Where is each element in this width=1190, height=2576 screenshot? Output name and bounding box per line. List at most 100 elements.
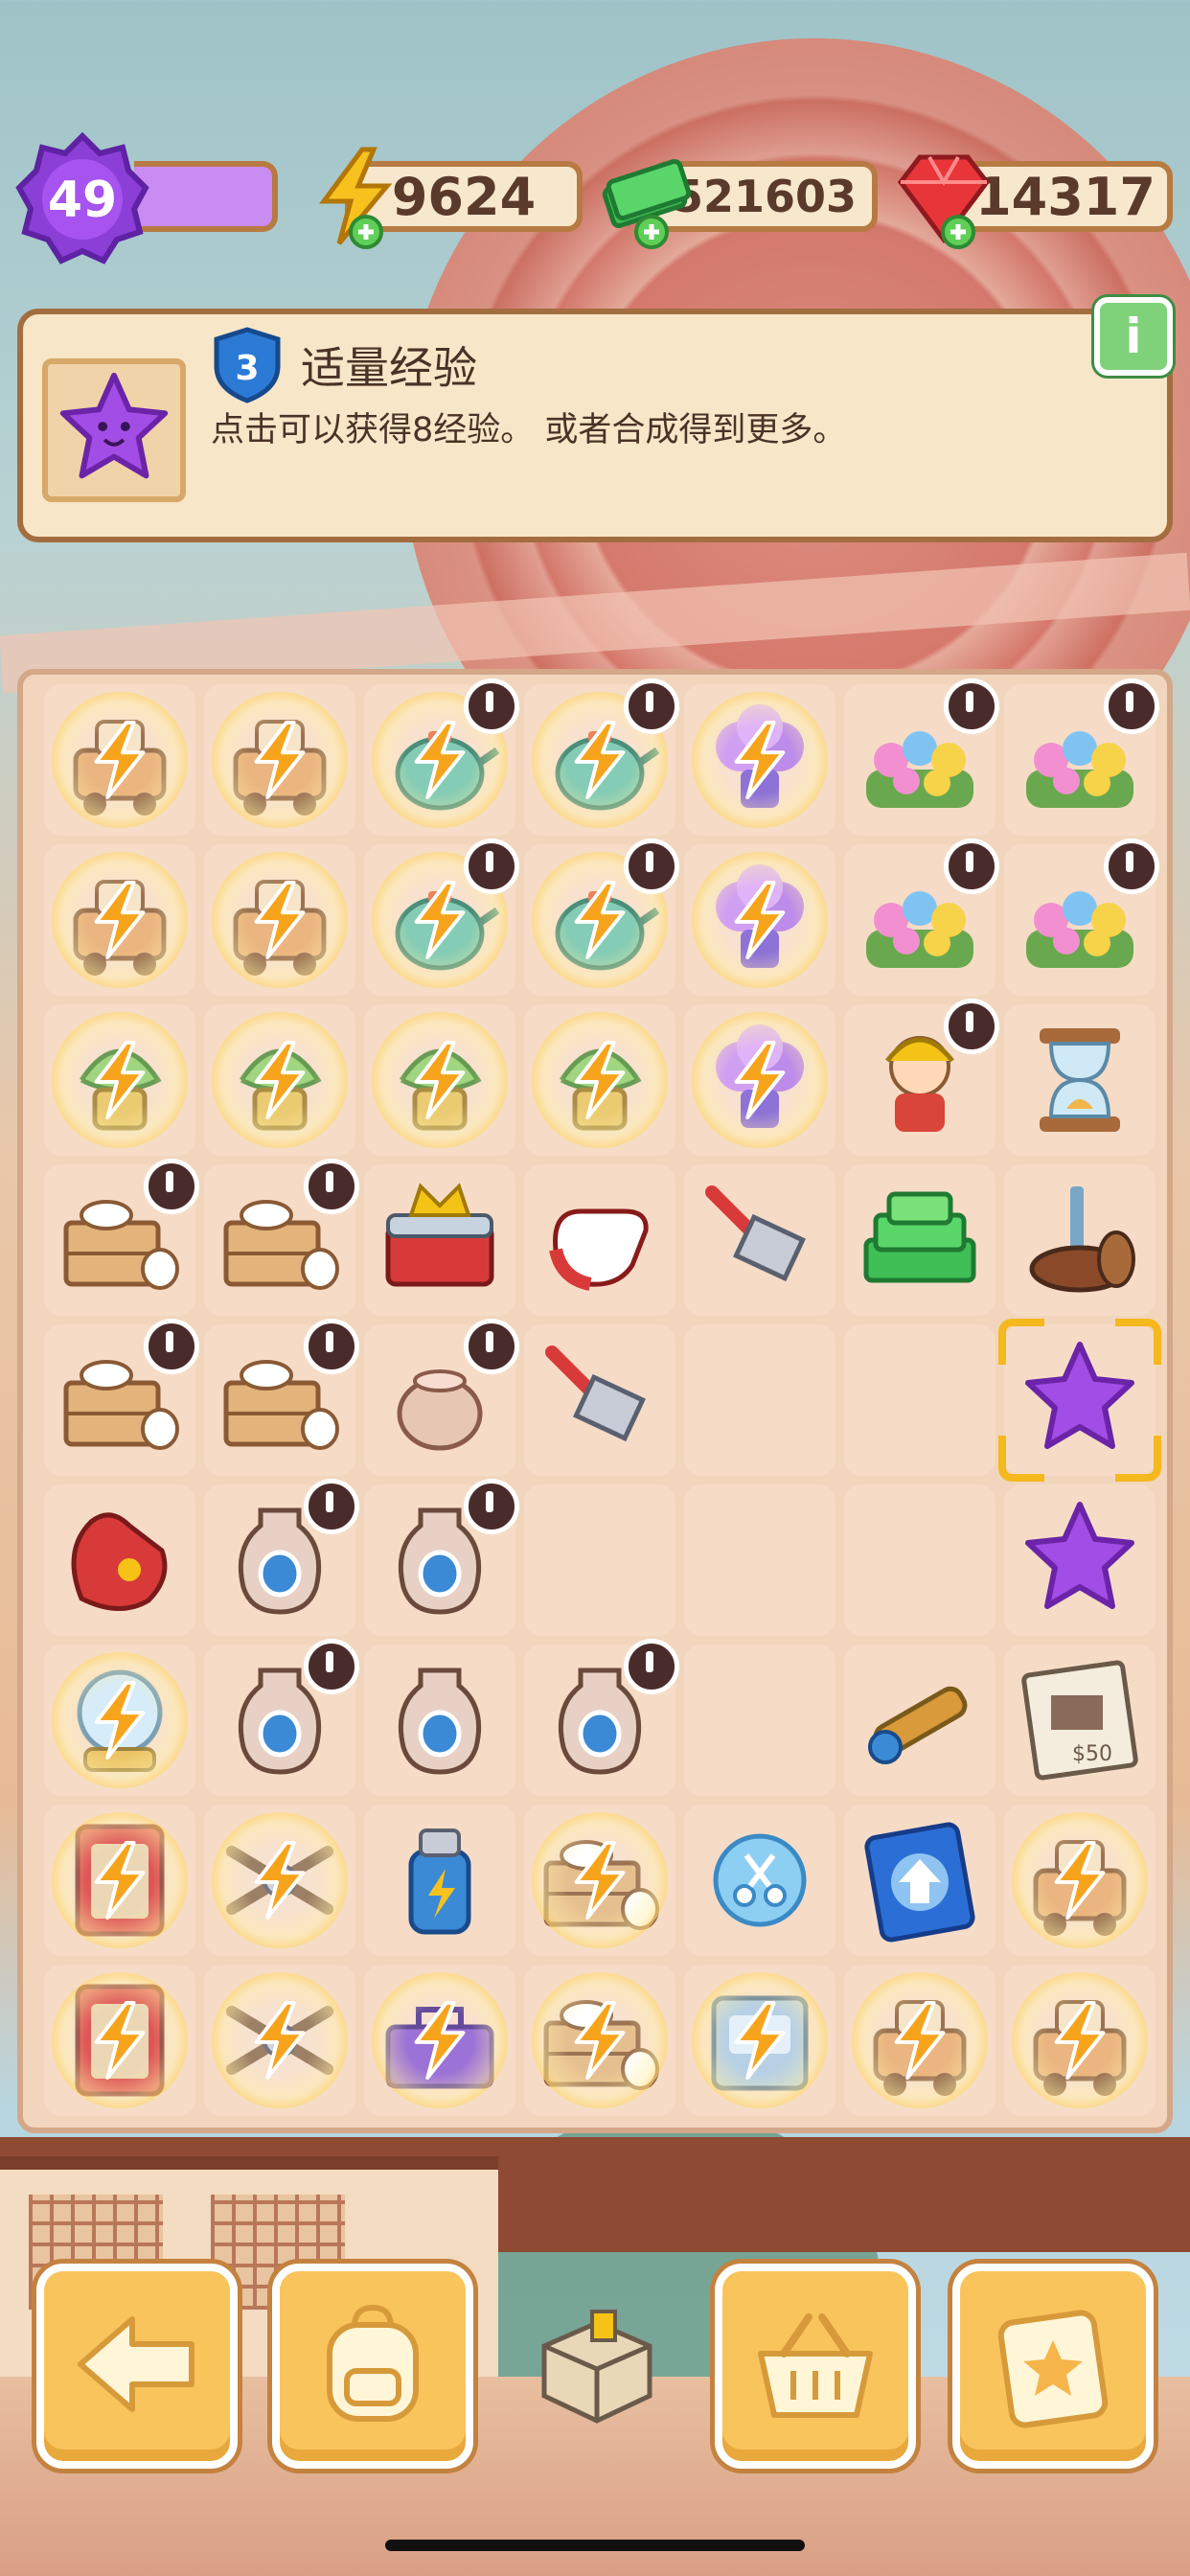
- rake-icon: [545, 1346, 646, 1442]
- bottle-icon: [408, 1828, 471, 1935]
- board-cell-cash-pile[interactable]: [844, 1164, 995, 1316]
- cart-icon: [233, 880, 327, 976]
- board-cell-snow-globe[interactable]: [44, 1644, 195, 1796]
- energy-bolt-icon[interactable]: [303, 144, 408, 249]
- cart-icon: [1033, 1840, 1127, 1936]
- tools-icon: [226, 2006, 333, 2075]
- board-cell-potted-plant[interactable]: [524, 1004, 675, 1156]
- selection-corner: [998, 1436, 1044, 1482]
- board-cell-red-cabinet[interactable]: [44, 1805, 195, 1956]
- shop-basket-button[interactable]: [715, 2264, 916, 2469]
- empty-cell[interactable]: [844, 1484, 995, 1636]
- board-cell-crate-stack[interactable]: [524, 1965, 675, 2116]
- board-cell-noodle-cart[interactable]: [44, 844, 195, 996]
- board-cell-log-stump[interactable]: [1004, 1164, 1156, 1316]
- board-cell-garden-rake[interactable]: [524, 1324, 675, 1476]
- board-cell-purple-star[interactable]: [1004, 1484, 1156, 1636]
- board-cell-flower-cart[interactable]: [844, 1965, 995, 2116]
- empty-cell[interactable]: [524, 1484, 675, 1636]
- board-cell-work-glove[interactable]: [524, 1164, 675, 1316]
- board-cell-potted-plant[interactable]: [44, 1004, 195, 1156]
- cart-icon: [73, 880, 167, 976]
- board-cell-teacup-pot[interactable]: [364, 678, 519, 836]
- board-cell-upgrade-card[interactable]: [844, 1805, 995, 1956]
- cash-stack-icon[interactable]: [594, 144, 699, 249]
- hourglass-icon: [1040, 1028, 1120, 1132]
- board-cell-cart-flowers[interactable]: [1004, 1805, 1156, 1956]
- board-cell-spyglass[interactable]: [844, 1644, 995, 1796]
- timer-icon: [624, 678, 679, 734]
- board-cell-potted-plant[interactable]: [364, 1004, 515, 1156]
- board-cell-energy-bottle[interactable]: [364, 1805, 515, 1956]
- board-cell-hydrangea-bush[interactable]: [684, 684, 835, 836]
- board-cell-pottery-crate[interactable]: [44, 1159, 199, 1316]
- board-cell-garden-rake[interactable]: [684, 1164, 835, 1316]
- empty-cell[interactable]: [684, 1324, 835, 1476]
- timer-icon: [1104, 678, 1159, 734]
- board-cell-pottery-crate[interactable]: [44, 1319, 199, 1476]
- empty-cell[interactable]: [684, 1644, 835, 1796]
- board-cell-machine[interactable]: [684, 1965, 835, 2116]
- plant-icon: [79, 1048, 162, 1131]
- item-info-panel: 3 适量经验 点击可以获得8经验。 或者合成得到更多。 i: [17, 297, 1173, 542]
- board-cell-pottery-crate[interactable]: [204, 1319, 359, 1476]
- board-cell-crate-stack[interactable]: [524, 1805, 675, 1956]
- basket-icon: [758, 2313, 873, 2418]
- timer-icon: [464, 1479, 519, 1534]
- board-cell-flower-cart[interactable]: [1004, 1965, 1156, 2116]
- ruby-gem-icon[interactable]: [891, 144, 996, 249]
- item-title: 适量经验: [301, 342, 477, 394]
- board-cell-hydrangea-bush[interactable]: [684, 1004, 835, 1156]
- board-cell-tools[interactable]: [204, 1965, 355, 2116]
- board-cell-teacup-pot[interactable]: [524, 839, 679, 996]
- stump-icon: [1029, 1186, 1135, 1293]
- home-indicator: [385, 2540, 805, 2551]
- empty-cell[interactable]: [684, 1484, 835, 1636]
- board-cell-pottery-crate[interactable]: [204, 1159, 359, 1316]
- board-cell-flower-bed[interactable]: [1004, 678, 1159, 836]
- board-cell-white-vase[interactable]: [364, 1479, 519, 1636]
- selection-corner: [1115, 1319, 1161, 1365]
- board-cell-slim-vase[interactable]: [364, 1644, 515, 1796]
- board-cell-painted-vase[interactable]: [204, 1479, 359, 1636]
- timer-icon: [624, 1639, 679, 1694]
- board-cell-shopkeeper[interactable]: [844, 999, 999, 1156]
- board-cell-flower-bed[interactable]: [844, 839, 999, 996]
- board-cell-potted-plant[interactable]: [204, 1004, 355, 1156]
- board-cell-flower-bed[interactable]: [1004, 839, 1159, 996]
- board-cell-blue-vase[interactable]: [204, 1639, 359, 1796]
- timer-icon: [304, 1159, 359, 1214]
- board-cell-red-cabinet[interactable]: [44, 1965, 195, 2116]
- board-cell-noodle-cart[interactable]: [204, 684, 355, 836]
- timer-icon: [944, 839, 999, 894]
- level-badge[interactable]: 49: [15, 132, 149, 266]
- board-cell-noodle-cart[interactable]: [44, 684, 195, 836]
- board-cell-toolbox[interactable]: [364, 1965, 515, 2116]
- board-cell-purple-star-selected[interactable]: [998, 1319, 1161, 1482]
- scissors-icon: [713, 1833, 807, 1927]
- board-cell-teacup-pot[interactable]: [364, 839, 519, 996]
- board-cell-baseball-glove[interactable]: [44, 1484, 195, 1636]
- board-cell-striped-vase[interactable]: [524, 1639, 679, 1796]
- board-cell-flower-bed[interactable]: [844, 678, 999, 836]
- board-cell-clay-pot[interactable]: [364, 1319, 519, 1476]
- chest-icon: [385, 1183, 494, 1287]
- board-cell-tools[interactable]: [204, 1805, 355, 1956]
- board-cell-hourglass[interactable]: [1004, 1004, 1156, 1156]
- timer-icon: [464, 678, 519, 734]
- board-cell-wanted-poster[interactable]: $50: [1004, 1644, 1156, 1796]
- board-cell-teacup-pot[interactable]: [524, 678, 679, 836]
- board-cell-hydrangea-bush[interactable]: [684, 844, 835, 996]
- back-button[interactable]: [36, 2264, 238, 2469]
- info-button[interactable]: i: [1094, 297, 1173, 376]
- level-number: 49: [48, 172, 117, 229]
- item-description: 点击可以获得8经验。 或者合成得到更多。: [211, 411, 847, 449]
- empty-cell[interactable]: [844, 1324, 995, 1476]
- supply-box-button[interactable]: [525, 2288, 669, 2432]
- board-cell-scissors-token[interactable]: [684, 1805, 835, 1956]
- board-grid: $50: [44, 678, 1161, 2116]
- board-cell-crown-chest[interactable]: [364, 1164, 515, 1316]
- board-cell-noodle-cart[interactable]: [204, 844, 355, 996]
- backpack-button[interactable]: [272, 2264, 473, 2469]
- tasks-button[interactable]: [952, 2264, 1154, 2469]
